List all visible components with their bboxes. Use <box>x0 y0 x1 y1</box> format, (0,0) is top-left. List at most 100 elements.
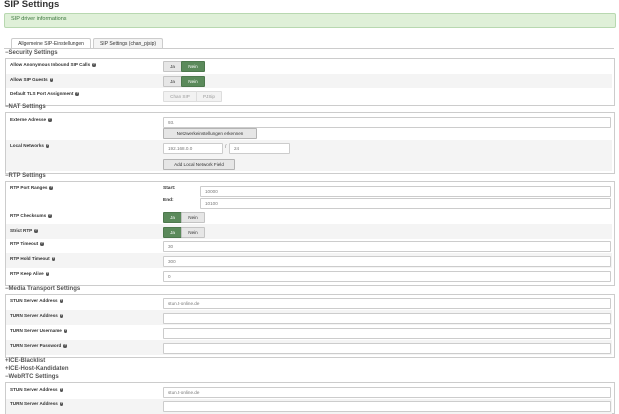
tls-pjsip-button[interactable]: PJSip <box>196 91 222 102</box>
rtp-end-label: End: <box>163 198 174 203</box>
local-network-mask-value: 24 <box>234 146 240 151</box>
stun-server-label: STUN Server Address? <box>10 298 64 303</box>
question-circle-icon[interactable]: ? <box>51 257 56 261</box>
tab-divider <box>4 48 614 49</box>
turn-password-input[interactable] <box>163 343 611 354</box>
local-network-ip-value: 192.168.0.0 <box>168 146 193 151</box>
question-circle-icon[interactable]: ? <box>59 402 64 406</box>
webrtc-turn-text: TURN Server Address <box>10 401 58 406</box>
turn-server-text: TURN Server Address <box>10 313 58 318</box>
webrtc-stun-label: STUN Server Address? <box>10 387 64 392</box>
rtp-port-ranges-label: RTP Port Ranges? <box>10 185 53 190</box>
section-security-heading[interactable]: −Security Settings <box>5 50 58 56</box>
webrtc-stun-input[interactable]: stun.t-online.de <box>163 387 611 398</box>
section-media-heading[interactable]: −Media Transport Settings <box>5 286 80 292</box>
question-circle-icon[interactable]: ? <box>34 229 38 233</box>
local-network-separator: / <box>225 144 227 150</box>
allow-guests-label: Allow SIP Guests? <box>10 77 54 82</box>
section-media-title: Media Transport Settings <box>8 286 81 292</box>
rtp-start-input[interactable]: 10000 <box>200 186 611 197</box>
allow-anonymous-text: Allow Anonymous Inbound SIP Calls <box>10 62 91 67</box>
question-circle-icon[interactable]: ? <box>45 144 50 148</box>
rtp-hold-timeout-input[interactable]: 300 <box>163 256 611 267</box>
external-address-text: Externe Adresse <box>10 117 47 122</box>
webrtc-turn-input[interactable] <box>163 401 611 412</box>
turn-server-label: TURN Server Address? <box>10 313 64 318</box>
strict-rtp-no-button[interactable]: Nein <box>181 227 205 238</box>
rtp-timeout-input[interactable]: 30 <box>163 241 611 252</box>
question-circle-icon[interactable]: ? <box>75 92 79 96</box>
rtp-keep-alive-input[interactable]: 0 <box>163 271 611 282</box>
question-circle-icon[interactable]: ? <box>63 329 68 333</box>
section-nat-title: NAT Settings <box>8 104 46 110</box>
page-title: SIP Settings <box>4 0 60 10</box>
section-ice-host-heading[interactable]: +ICE-Host-Kandidaten <box>5 366 69 372</box>
question-circle-icon[interactable]: ? <box>59 314 64 318</box>
question-circle-icon[interactable]: ? <box>45 272 50 276</box>
local-networks-label: Local Networks? <box>10 143 50 148</box>
question-circle-icon[interactable]: ? <box>49 186 53 190</box>
section-ice-blacklist-title: ICE-Blacklist <box>8 358 46 364</box>
rtp-hold-timeout-label: RTP Hold Timeout? <box>10 256 56 261</box>
section-ice-host-title: ICE-Host-Kandidaten <box>8 366 69 372</box>
local-network-mask-input[interactable]: 24 <box>229 143 290 154</box>
turn-password-text: TURN Server Password <box>10 343 62 348</box>
turn-server-input[interactable] <box>163 313 611 324</box>
external-address-value: 93. <box>168 120 175 125</box>
rtp-keep-alive-text: RTP Keep Alive <box>10 271 44 276</box>
turn-password-label: TURN Server Password? <box>10 343 67 348</box>
rtp-hold-timeout-text: RTP Hold Timeout <box>10 256 50 261</box>
turn-username-input[interactable] <box>163 328 611 339</box>
question-circle-icon[interactable]: ? <box>63 344 67 348</box>
question-circle-icon[interactable]: ? <box>48 118 52 122</box>
local-networks-text: Local Networks <box>10 143 44 148</box>
add-local-network-button[interactable]: Add Local Network Field <box>163 159 235 170</box>
rtp-end-input[interactable]: 10100 <box>200 198 611 209</box>
webrtc-stun-value: stun.t-online.de <box>168 390 200 395</box>
rtp-port-ranges-text: RTP Port Ranges <box>10 185 48 190</box>
section-security-title: Security Settings <box>8 50 58 56</box>
strict-rtp-text: Strict RTP <box>10 228 33 233</box>
stun-server-input[interactable]: stun.t-online.de <box>163 298 611 309</box>
section-nat-heading[interactable]: −NAT Settings <box>5 104 46 110</box>
rtp-timeout-text: RTP Timeout <box>10 241 39 246</box>
question-circle-icon[interactable]: ? <box>48 214 52 218</box>
strict-rtp-label: Strict RTP? <box>10 228 38 233</box>
question-circle-icon[interactable]: ? <box>59 299 64 303</box>
section-webrtc-title: WebRTC Settings <box>8 374 59 380</box>
external-address-input[interactable]: 93. <box>163 117 611 128</box>
rtp-checksums-label: RTP Checksums? <box>10 213 52 218</box>
rtp-end-value: 10100 <box>205 201 218 206</box>
strict-rtp-yes-button[interactable]: Ja <box>163 227 182 238</box>
rtp-keep-alive-value: 0 <box>168 274 171 279</box>
section-ice-blacklist-heading[interactable]: +ICE-Blacklist <box>5 358 45 364</box>
allow-anonymous-label: Allow Anonymous Inbound SIP Calls? <box>10 62 96 67</box>
section-rtp-heading[interactable]: −RTP Settings <box>5 173 46 179</box>
tls-chan-sip-button[interactable]: Chan SIP <box>163 91 197 102</box>
rtp-start-value: 10000 <box>205 189 218 194</box>
rtp-checksums-text: RTP Checksums <box>10 213 47 218</box>
rtp-keep-alive-label: RTP Keep Alive? <box>10 271 50 276</box>
section-rtp-title: RTP Settings <box>8 173 46 179</box>
allow-anonymous-yes-button[interactable]: Ja <box>163 61 182 72</box>
section-webrtc-heading[interactable]: −WebRTC Settings <box>5 374 59 380</box>
turn-username-text: TURN Server Username <box>10 328 62 333</box>
allow-guests-no-button[interactable]: Nein <box>181 76 205 87</box>
question-circle-icon[interactable]: ? <box>92 63 96 67</box>
tls-port-label: Default TLS Port Assignment? <box>10 91 79 96</box>
question-circle-icon[interactable]: ? <box>59 388 64 392</box>
local-network-ip-input[interactable]: 192.168.0.0 <box>163 143 223 154</box>
row-bg <box>6 140 612 171</box>
row-bg <box>6 224 612 239</box>
question-circle-icon[interactable]: ? <box>40 242 44 246</box>
detect-network-button[interactable]: Netzwerkeinstellungen erkennen <box>163 128 257 139</box>
rtp-checksums-yes-button[interactable]: Ja <box>163 212 182 223</box>
question-circle-icon[interactable]: ? <box>49 78 54 82</box>
rtp-timeout-label: RTP Timeout? <box>10 241 44 246</box>
rtp-checksums-no-button[interactable]: Nein <box>181 212 205 223</box>
info-alert: SIP driver informations <box>4 13 616 28</box>
allow-guests-text: Allow SIP Guests <box>10 77 48 82</box>
allow-anonymous-no-button[interactable]: Nein <box>181 61 205 72</box>
webrtc-stun-text: STUN Server Address <box>10 387 58 392</box>
allow-guests-yes-button[interactable]: Ja <box>163 76 182 87</box>
